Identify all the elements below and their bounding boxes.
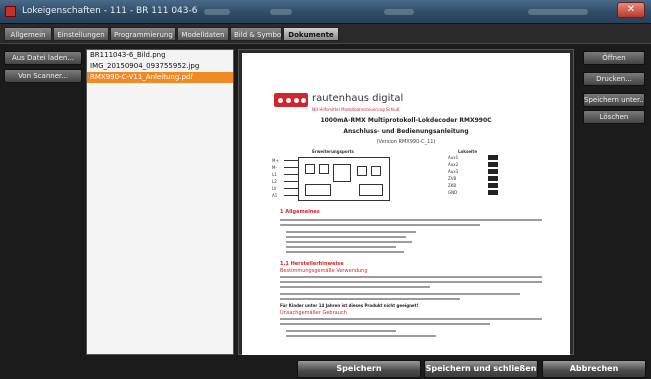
tab-dokumente[interactable]: Dokumente bbox=[283, 27, 339, 41]
window-title: Lokeigenschaften - 111 - BR 111 043-6 bbox=[22, 6, 198, 16]
title-blur bbox=[528, 9, 588, 15]
save-as-button[interactable]: Speichern unter... bbox=[583, 93, 645, 107]
ports-left-label: Erweiterungsports bbox=[312, 149, 354, 154]
tab-allgemein[interactable]: Allgemein bbox=[4, 27, 52, 41]
load-from-file-button[interactable]: Aus Datei laden... bbox=[4, 51, 82, 65]
doc-version: (Version RMX990-C_11) bbox=[376, 139, 436, 145]
brand-tagline: Mit Hilfsmittel Modellbahnsteuerung Schl… bbox=[312, 107, 400, 112]
tab-einstellungen[interactable]: Einstellungen bbox=[53, 27, 109, 41]
ports-right-label: Lokseite bbox=[458, 149, 478, 154]
app-icon bbox=[5, 6, 16, 17]
tab-modelldaten[interactable]: Modelldaten bbox=[177, 27, 229, 41]
close-button[interactable]: ✕ bbox=[617, 2, 645, 18]
section-heading: 1 Allgemeines bbox=[280, 209, 320, 215]
subsection-heading: Unsachgemäßer Gebrauch bbox=[280, 310, 347, 316]
title-bar[interactable]: Lokeigenschaften - 111 - BR 111 043-6 ✕ bbox=[0, 0, 651, 24]
tab-bild-symbol[interactable]: Bild & Symbol bbox=[230, 27, 282, 41]
save-and-close-button[interactable]: Speichern und schließen bbox=[424, 360, 538, 378]
save-button[interactable]: Speichern bbox=[297, 360, 421, 378]
doc-subtitle: Anschluss- und Bedienungsanleitung bbox=[343, 128, 469, 135]
subsection-heading: Bestimmungsgemäße Verwendung bbox=[280, 268, 368, 274]
left-pin-labels: M+ M- L1 L2 LV A1 bbox=[272, 158, 279, 198]
open-button[interactable]: Öffnen bbox=[583, 51, 645, 65]
section-heading: 1.1 Herstellerhinweise bbox=[280, 261, 344, 267]
tab-bar: Allgemein Einstellungen Programmierung M… bbox=[0, 24, 651, 44]
list-item[interactable]: BR111043-6_Bild.png bbox=[87, 50, 233, 61]
brand-logo bbox=[274, 93, 308, 107]
list-item-selected[interactable]: RMX990-C-V11_Anleitung.pdf bbox=[87, 72, 233, 83]
cancel-button[interactable]: Abbrechen bbox=[542, 360, 646, 378]
pdf-page: rautenhaus digital Mit Hilfsmittel Model… bbox=[242, 53, 570, 355]
delete-button[interactable]: Löschen bbox=[583, 110, 645, 124]
title-blur bbox=[270, 9, 292, 15]
warning-text: Für Kinder unter 14 Jahren ist dieses Pr… bbox=[280, 303, 419, 308]
title-blur bbox=[384, 9, 414, 15]
tab-programmierung[interactable]: Programmierung bbox=[110, 27, 176, 41]
title-blur bbox=[204, 9, 230, 15]
document-list[interactable]: BR111043-6_Bild.png IMG_20150904_0937559… bbox=[86, 49, 234, 355]
from-scanner-button[interactable]: Von Scanner... bbox=[4, 69, 82, 83]
decoder-diagram bbox=[298, 157, 390, 201]
print-button[interactable]: Drucken... bbox=[583, 72, 645, 86]
doc-title: 1000mA-RMX Multiprotokoll-Lokdecoder RMX… bbox=[320, 117, 492, 124]
list-item[interactable]: IMG_20150904_093755952.jpg bbox=[87, 61, 233, 72]
connector-diagram: Aux1 Aux2 Aux3 ZVB ZKB GND bbox=[448, 155, 498, 205]
brand-name: rautenhaus digital bbox=[312, 93, 404, 104]
